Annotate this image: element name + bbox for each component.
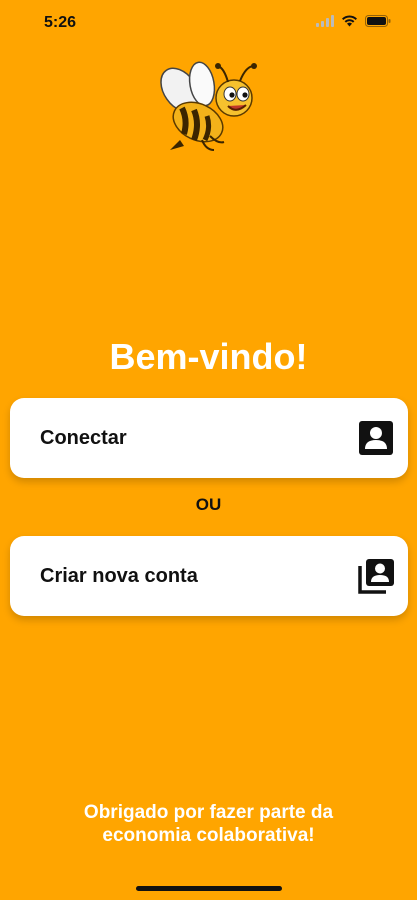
battery-icon (365, 15, 391, 27)
home-indicator[interactable] (136, 886, 282, 891)
footer-message: Obrigado por fazer parte da economia col… (83, 802, 334, 846)
welcome-title: Bem-vindo! (109, 336, 308, 377)
signal-icon (316, 15, 334, 27)
login-button[interactable]: Conectar (10, 398, 408, 478)
welcome-screen: 5:26 Bem-vindo! Conectar OU Criar nova c… (0, 0, 417, 900)
status-icons (316, 15, 391, 27)
person-stack-icon (356, 556, 396, 596)
status-bar: 5:26 (0, 0, 417, 46)
bee-mascot-icon (158, 60, 268, 160)
login-label: Conectar (40, 427, 127, 449)
person-badge-icon (356, 418, 396, 458)
status-time: 5:26 (44, 14, 77, 31)
or-divider: OU (195, 495, 222, 514)
create-account-button[interactable]: Criar nova conta (10, 536, 408, 616)
wifi-icon (341, 15, 358, 27)
create-account-label: Criar nova conta (40, 565, 198, 587)
